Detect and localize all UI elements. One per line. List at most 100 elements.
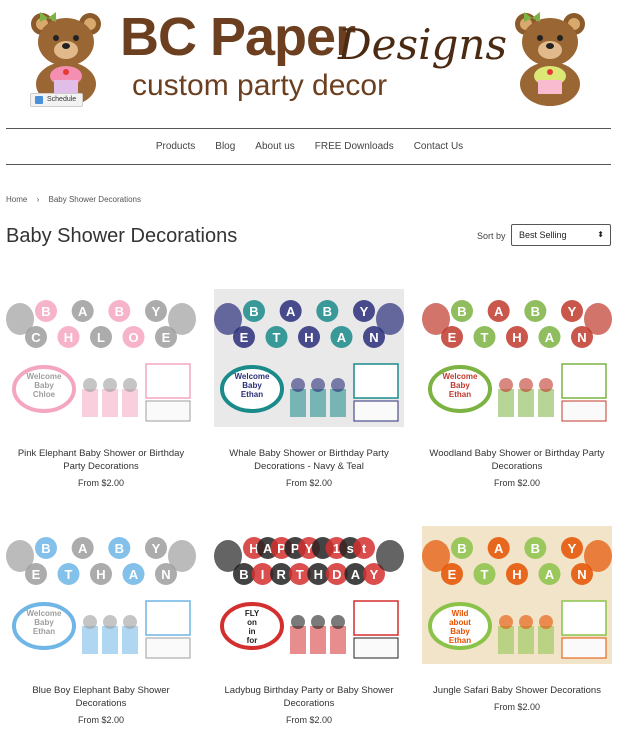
product-card[interactable]: B A B Y E T H A N Welcome Baby Ethan Blue Boy Eleph… bbox=[6, 526, 196, 725]
svg-text:N: N bbox=[161, 567, 170, 582]
svg-text:B: B bbox=[457, 541, 466, 556]
nav-products[interactable]: Products bbox=[146, 140, 205, 154]
svg-text:R: R bbox=[276, 567, 286, 582]
svg-text:Welcome: Welcome bbox=[27, 372, 63, 381]
svg-text:E: E bbox=[240, 330, 249, 345]
svg-text:A: A bbox=[494, 304, 504, 319]
svg-text:I: I bbox=[261, 567, 265, 582]
svg-text:Y: Y bbox=[152, 541, 161, 556]
sort-select[interactable]: Best Selling ⬍ bbox=[511, 224, 611, 246]
product-name[interactable]: Ladybug Birthday Party or Baby Shower De… bbox=[214, 684, 404, 710]
svg-text:A: A bbox=[337, 330, 347, 345]
product-image[interactable]: HAPPY 1 s tB I R T H D A YFLYoninfor bbox=[214, 526, 404, 664]
svg-text:Y: Y bbox=[360, 304, 369, 319]
svg-text:t: t bbox=[362, 541, 367, 556]
nav-blog[interactable]: Blog bbox=[205, 140, 245, 154]
svg-text:L: L bbox=[97, 330, 105, 345]
svg-text:T: T bbox=[273, 330, 281, 345]
nav-contact-us[interactable]: Contact Us bbox=[404, 140, 473, 154]
svg-text:Chloe: Chloe bbox=[33, 390, 56, 399]
svg-text:N: N bbox=[577, 330, 586, 345]
svg-text:H: H bbox=[314, 567, 323, 582]
svg-text:Welcome: Welcome bbox=[443, 372, 479, 381]
svg-text:A: A bbox=[78, 541, 88, 556]
main-nav: Products Blog About us FREE Downloads Co… bbox=[0, 140, 619, 154]
product-card[interactable]: HAPPY 1 s t B I R T H D A Y FLY on in for Ladybug Birt… bbox=[214, 526, 404, 725]
breadcrumb-home[interactable]: Home bbox=[6, 195, 27, 204]
svg-text:Y: Y bbox=[568, 304, 577, 319]
svg-text:O: O bbox=[128, 330, 138, 345]
svg-text:T: T bbox=[481, 330, 489, 345]
svg-text:B: B bbox=[115, 541, 124, 556]
svg-text:Baby: Baby bbox=[34, 618, 54, 627]
svg-text:C: C bbox=[31, 330, 41, 345]
svg-text:Y: Y bbox=[370, 567, 379, 582]
site-header: BC Paper Designs custom party decor Sche… bbox=[0, 0, 619, 118]
page-title: Baby Shower Decorations bbox=[6, 225, 238, 247]
svg-text:D: D bbox=[332, 567, 341, 582]
svg-text:on: on bbox=[247, 618, 257, 627]
svg-text:Wild: Wild bbox=[452, 609, 469, 618]
breadcrumb: Home › Baby Shower Decorations bbox=[6, 195, 141, 204]
product-card[interactable]: B A B Y C H L O E Welcome Baby Chloe Pink Elephant … bbox=[6, 289, 196, 488]
breadcrumb-current: Baby Shower Decorations bbox=[48, 195, 141, 204]
svg-text:T: T bbox=[481, 567, 489, 582]
product-card[interactable]: B A B Y E T H A N Wild about Baby Ethan Jungle Safar… bbox=[422, 526, 612, 712]
svg-text:Y: Y bbox=[152, 304, 161, 319]
nav-free-downloads[interactable]: FREE Downloads bbox=[305, 140, 404, 154]
svg-text:B: B bbox=[531, 304, 540, 319]
svg-text:A: A bbox=[545, 567, 555, 582]
nav-about-us[interactable]: About us bbox=[245, 140, 304, 154]
product-image[interactable]: B A B YE T H A NWelcomeBabyEthan bbox=[214, 289, 404, 427]
svg-text:in: in bbox=[248, 627, 255, 636]
logo-tagline: custom party decor bbox=[132, 69, 388, 102]
product-image[interactable]: B A B YE T H A NWelcomeBabyEthan bbox=[6, 526, 196, 664]
svg-text:H: H bbox=[512, 330, 521, 345]
svg-text:Welcome: Welcome bbox=[235, 372, 271, 381]
svg-text:A: A bbox=[286, 304, 296, 319]
svg-text:Welcome: Welcome bbox=[27, 609, 63, 618]
product-name[interactable]: Jungle Safari Baby Shower Decorations bbox=[422, 684, 612, 697]
svg-text:H: H bbox=[64, 330, 73, 345]
product-card[interactable]: B A B Y E T H A N Welcome Baby Ethan Woodland Baby … bbox=[422, 289, 612, 488]
schedule-button[interactable]: Schedule bbox=[30, 93, 84, 107]
svg-text:A: A bbox=[351, 567, 361, 582]
svg-text:T: T bbox=[65, 567, 73, 582]
product-image[interactable]: B A B Y C H L O E WelcomeBabyChloe bbox=[6, 289, 196, 427]
product-price: From $2.00 bbox=[77, 478, 125, 488]
calendar-icon bbox=[35, 96, 43, 104]
product-price: From $2.00 bbox=[285, 715, 333, 725]
svg-text:Baby: Baby bbox=[450, 627, 470, 636]
sort-label: Sort by bbox=[477, 231, 506, 241]
nav-divider-bottom bbox=[6, 164, 611, 165]
svg-text:A: A bbox=[129, 567, 139, 582]
svg-text:B: B bbox=[457, 304, 466, 319]
product-image[interactable]: B A B YE T H A NWildaboutBabyEthan bbox=[422, 526, 612, 664]
sort-selected-value: Best Selling bbox=[519, 230, 567, 240]
schedule-label: Schedule bbox=[47, 96, 77, 103]
svg-text:E: E bbox=[32, 567, 41, 582]
svg-text:A: A bbox=[545, 330, 555, 345]
nav-divider-top bbox=[6, 128, 611, 129]
svg-text:N: N bbox=[369, 330, 378, 345]
product-name[interactable]: Whale Baby Shower or Birthday Party Deco… bbox=[214, 447, 404, 473]
product-name[interactable]: Pink Elephant Baby Shower or Birthday Pa… bbox=[6, 447, 196, 473]
svg-text:Ethan: Ethan bbox=[449, 636, 471, 645]
svg-text:Ethan: Ethan bbox=[241, 390, 263, 399]
svg-text:H: H bbox=[304, 330, 313, 345]
svg-text:H: H bbox=[512, 567, 521, 582]
product-name[interactable]: Woodland Baby Shower or Birthday Party D… bbox=[422, 447, 612, 473]
product-image[interactable]: B A B YE T H A NWelcomeBabyEthan bbox=[422, 289, 612, 427]
svg-text:s: s bbox=[347, 541, 354, 556]
teddy-bear-logo-right bbox=[515, 12, 585, 106]
select-arrows-icon: ⬍ bbox=[597, 230, 604, 239]
svg-text:Baby: Baby bbox=[450, 381, 470, 390]
svg-text:about: about bbox=[449, 618, 471, 627]
product-card[interactable]: B A B Y E T H A N Welcome Baby Ethan Whale Baby Sho… bbox=[214, 289, 404, 488]
product-name[interactable]: Blue Boy Elephant Baby Shower Decoration… bbox=[6, 684, 196, 710]
logo-designs: Designs bbox=[338, 20, 508, 69]
svg-text:A: A bbox=[494, 541, 504, 556]
svg-text:Ethan: Ethan bbox=[449, 390, 471, 399]
svg-text:B: B bbox=[531, 541, 540, 556]
svg-text:Y: Y bbox=[568, 541, 577, 556]
